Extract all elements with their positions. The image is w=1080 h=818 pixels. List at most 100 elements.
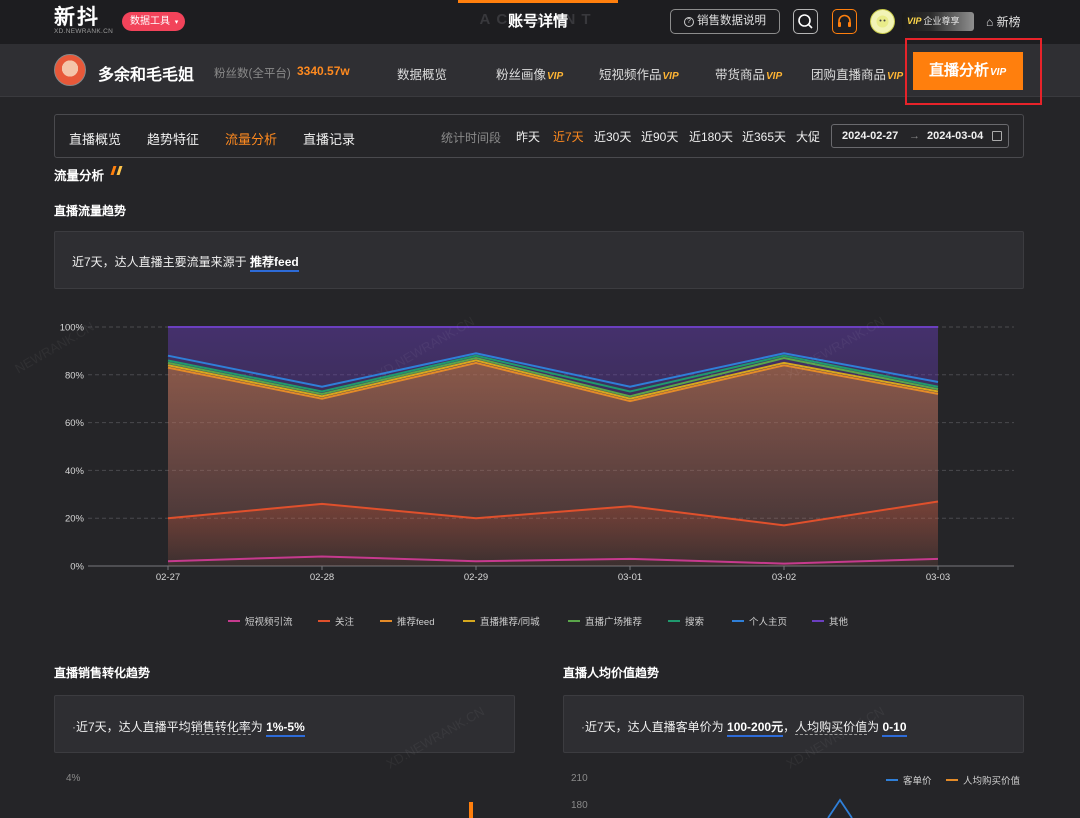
customer-service-button[interactable] <box>832 9 857 34</box>
date-end: 2024-03-04 <box>927 130 984 142</box>
legend-item[interactable]: 客单价 <box>886 773 932 787</box>
account-avatar <box>54 54 86 86</box>
x-tick-label: 02-28 <box>310 572 334 583</box>
highlight-frame <box>905 38 1042 105</box>
conversion-bar-mark <box>469 802 473 818</box>
chevron-down-icon: ▾ <box>174 19 179 26</box>
time-range-label: 统计时间段 <box>441 131 502 145</box>
legend-label: 个人主页 <box>749 617 788 628</box>
legend-item[interactable]: 人均购买价值 <box>946 773 1020 787</box>
conversion-summary: ·近7天，达人直播平均销售转化率为 1%-5% <box>72 718 305 737</box>
legend-swatch <box>668 620 680 622</box>
traffic-summary-box: 近7天，达人直播主要流量来源于 推荐feed <box>54 231 1024 289</box>
avg-value-trend-title: 直播人均价值趋势 <box>563 666 660 680</box>
sub-tab-bar: 直播概览 趋势特征 流量分析 直播记录 统计时间段 昨天 近7天 近30天 近9… <box>54 114 1024 158</box>
time-option-promo[interactable]: 大促 <box>796 128 820 145</box>
nav-tab-label: 短视频作品 <box>599 68 662 82</box>
vip-label: 企业尊享 <box>923 16 960 26</box>
legend-item[interactable]: 直播推荐/同城 <box>463 614 540 628</box>
section-title: 流量分析 <box>54 169 105 183</box>
avg-value-y-tick: 180 <box>571 800 588 811</box>
sales-data-help-label: 销售数据说明 <box>697 15 766 27</box>
logo[interactable]: 新抖 XD.NEWRANK.CN <box>54 6 113 35</box>
vip-brand: VIP <box>907 16 922 26</box>
x-tick-label: 02-27 <box>156 572 180 583</box>
legend-swatch <box>946 779 958 781</box>
fans-count-label: 粉丝数(全平台) <box>214 68 291 80</box>
x-tick-label: 03-01 <box>618 572 642 583</box>
nav-tab-group-live-products[interactable]: 团购直播商品VIP <box>811 64 903 83</box>
conversion-summary-box: ·近7天，达人直播平均销售转化率为 1%-5% <box>54 695 515 753</box>
legend-label: 客单价 <box>903 776 932 787</box>
time-option-30d[interactable]: 近30天 <box>594 128 631 145</box>
vip-tag: VIP <box>766 71 783 82</box>
avatar-icon <box>876 15 889 28</box>
time-option-90d[interactable]: 近90天 <box>641 128 678 145</box>
conversion-summary-mid: 为 <box>250 720 263 734</box>
y-tick-label: 0% <box>70 562 84 573</box>
sales-data-help-button[interactable]: ? 销售数据说明 <box>670 9 780 34</box>
legend-swatch <box>732 620 744 622</box>
x-tick-label: 03-02 <box>772 572 796 583</box>
traffic-trend-title: 直播流量趋势 <box>54 204 127 218</box>
nav-tab-short-videos[interactable]: 短视频作品VIP <box>599 64 679 83</box>
search-button[interactable] <box>793 9 818 34</box>
subtab-live-records[interactable]: 直播记录 <box>303 129 355 148</box>
subtab-live-overview[interactable]: 直播概览 <box>69 129 121 148</box>
time-option-365d[interactable]: 近365天 <box>742 128 786 145</box>
vip-tag: VIP <box>547 71 564 82</box>
avg-value-summary-mid: 为 <box>867 720 880 734</box>
question-icon: ? <box>684 17 694 27</box>
data-tools-button[interactable]: 数据工具 ▾ <box>122 12 186 31</box>
conversion-y-tick: 4% <box>66 773 81 784</box>
legend-swatch <box>886 779 898 781</box>
legend-item[interactable]: 直播广场推荐 <box>568 614 642 628</box>
legend-item[interactable]: 个人主页 <box>732 614 787 628</box>
legend-label: 搜索 <box>685 617 705 628</box>
legend-item[interactable]: 短视频引流 <box>228 614 293 628</box>
subtab-traffic-analysis[interactable]: 流量分析 <box>225 129 277 148</box>
avg-value-line-mark <box>827 798 853 818</box>
nav-tab-label: 粉丝画像 <box>496 68 547 82</box>
subtab-trend-features[interactable]: 趋势特征 <box>147 129 199 148</box>
avg-value-summary-sep: ， <box>783 720 796 734</box>
search-icon <box>798 14 813 29</box>
vip-tag: VIP <box>887 71 904 82</box>
date-range-picker[interactable]: 2024-02-27 → 2024-03-04 <box>831 124 1009 148</box>
legend-item[interactable]: 关注 <box>318 614 354 628</box>
user-avatar[interactable] <box>870 9 895 34</box>
legend-item[interactable]: 推荐feed <box>380 614 435 628</box>
legend-label: 人均购买价值 <box>963 776 1021 787</box>
y-tick-label: 20% <box>65 514 85 525</box>
avg-purchase-value-term[interactable]: 人均购买价值 <box>795 720 868 735</box>
nav-tab-products[interactable]: 带货商品VIP <box>715 64 782 83</box>
avg-purchase-value: 0-10 <box>882 720 907 737</box>
logo-text: 新抖 <box>54 5 100 29</box>
arrow-right-icon: → <box>909 130 920 142</box>
avg-order-value: 100-200元 <box>727 720 784 737</box>
new-rank-link[interactable]: ⌂ 新榜 <box>986 13 1021 30</box>
conversion-rate-term[interactable]: 销售转化率 <box>190 720 251 735</box>
legend-label: 直播广场推荐 <box>585 617 643 628</box>
calendar-icon <box>992 131 1002 141</box>
legend-item[interactable]: 其他 <box>812 614 848 628</box>
legend-swatch <box>568 620 580 622</box>
nav-tab-fans-profile[interactable]: 粉丝画像VIP <box>496 64 563 83</box>
nav-tab-label: 团购直播商品 <box>811 68 887 82</box>
time-option-7d[interactable]: 近7天 <box>553 128 584 145</box>
legend-item[interactable]: 搜索 <box>668 614 704 628</box>
conversion-trend-title: 直播销售转化趋势 <box>54 666 151 680</box>
fans-count-value: 3340.57w <box>297 64 350 78</box>
nav-tab-label: 带货商品 <box>715 68 766 82</box>
time-option-180d[interactable]: 近180天 <box>689 128 733 145</box>
traffic-trend-chart: 0% 20% 40% 60% 80% 100% 02-27 02-28 02-29 03-01 03… <box>60 323 1014 583</box>
nav-tab-data-overview[interactable]: 数据概览 <box>397 64 447 83</box>
vip-enterprise-badge[interactable]: VIP 企业尊享 <box>902 12 974 31</box>
time-option-yesterday[interactable]: 昨天 <box>516 128 540 145</box>
legend-swatch <box>812 620 824 622</box>
nav-tab-label: 数据概览 <box>397 68 448 82</box>
legend-swatch <box>463 620 475 622</box>
legend-swatch <box>318 620 330 622</box>
page-title-tab: ACCOUNT 账号详情 <box>458 0 618 44</box>
date-start: 2024-02-27 <box>842 130 899 142</box>
